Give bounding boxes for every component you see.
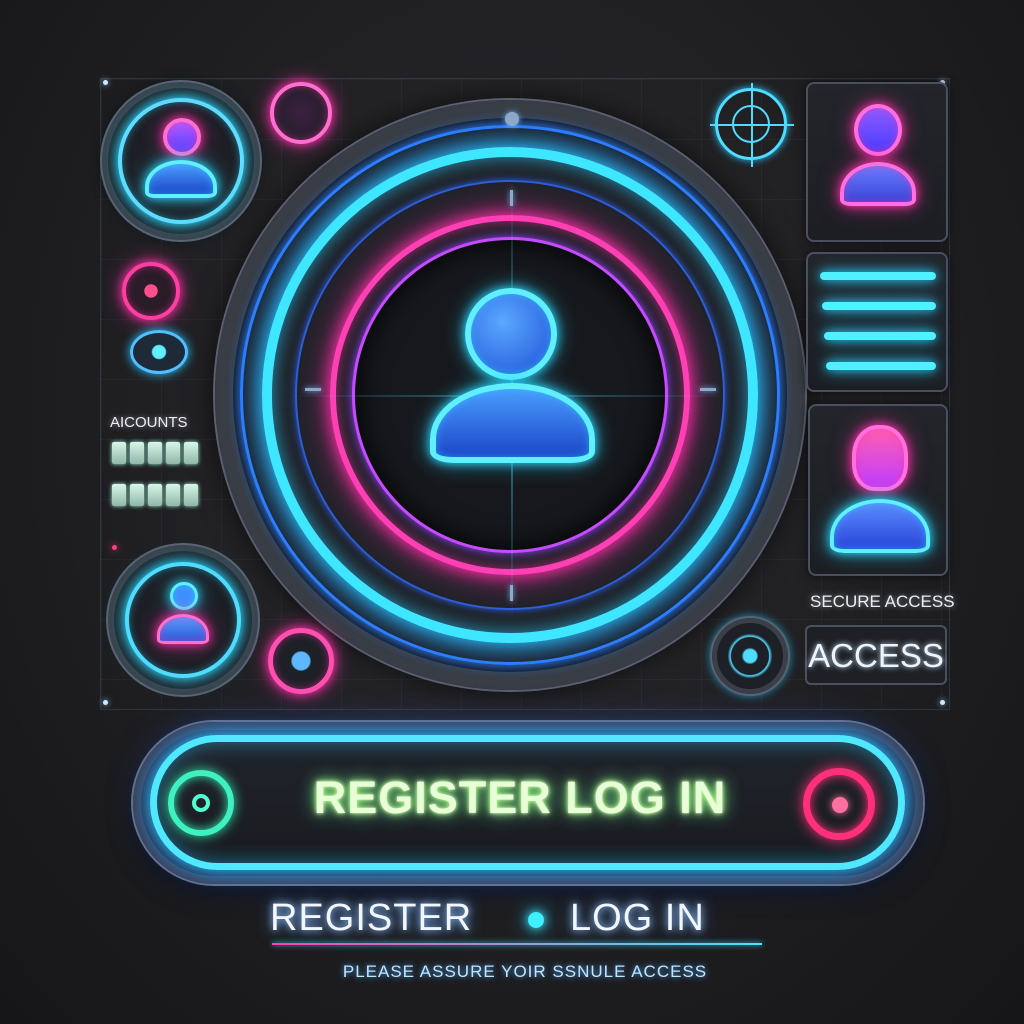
status-light bbox=[112, 545, 117, 550]
login-link[interactable]: LOG IN bbox=[570, 897, 705, 940]
target-icon[interactable] bbox=[710, 83, 794, 167]
user-icon bbox=[830, 425, 930, 555]
user-icon bbox=[145, 118, 217, 202]
power-icon[interactable] bbox=[268, 628, 334, 694]
menu-bar bbox=[820, 272, 936, 280]
dial-tick bbox=[510, 190, 513, 206]
camera-icon[interactable] bbox=[130, 330, 188, 374]
register-link[interactable]: REGISTER bbox=[270, 897, 472, 940]
dial-tick bbox=[510, 585, 513, 601]
record-icon bbox=[803, 768, 875, 840]
accounts-label: AICOUNTS bbox=[110, 414, 188, 431]
dial-tick bbox=[700, 388, 716, 391]
access-button[interactable]: ACCESS bbox=[805, 625, 947, 685]
accounts-grid bbox=[112, 484, 198, 506]
separator-dot bbox=[528, 912, 544, 928]
auth-links: REGISTER LOG IN bbox=[270, 897, 770, 947]
register-login-button-label: REGISTER LOG IN bbox=[313, 772, 727, 823]
menu-bar bbox=[826, 362, 936, 370]
secure-access-label: SECURE ACCESS bbox=[810, 592, 955, 611]
user-icon bbox=[840, 104, 916, 208]
settings-dial-icon[interactable] bbox=[712, 618, 788, 694]
grid-light bbox=[940, 700, 945, 705]
links-underline bbox=[272, 943, 762, 945]
accounts-grid bbox=[112, 442, 198, 464]
menu-bar bbox=[822, 302, 936, 310]
dial-tick bbox=[305, 388, 321, 391]
access-button-label: ACCESS bbox=[808, 637, 944, 674]
footer-note: PLEASE ASSURE YOIR SSNULE ACCESS bbox=[342, 962, 708, 981]
dial-top-node bbox=[505, 112, 519, 126]
power-icon bbox=[168, 770, 234, 836]
record-icon[interactable] bbox=[270, 82, 332, 144]
grid-light bbox=[103, 700, 108, 705]
alert-icon[interactable] bbox=[122, 262, 180, 320]
user-icon[interactable] bbox=[425, 288, 600, 468]
grid-light bbox=[103, 80, 108, 85]
user-icon bbox=[157, 582, 209, 648]
menu-bar bbox=[824, 332, 936, 340]
